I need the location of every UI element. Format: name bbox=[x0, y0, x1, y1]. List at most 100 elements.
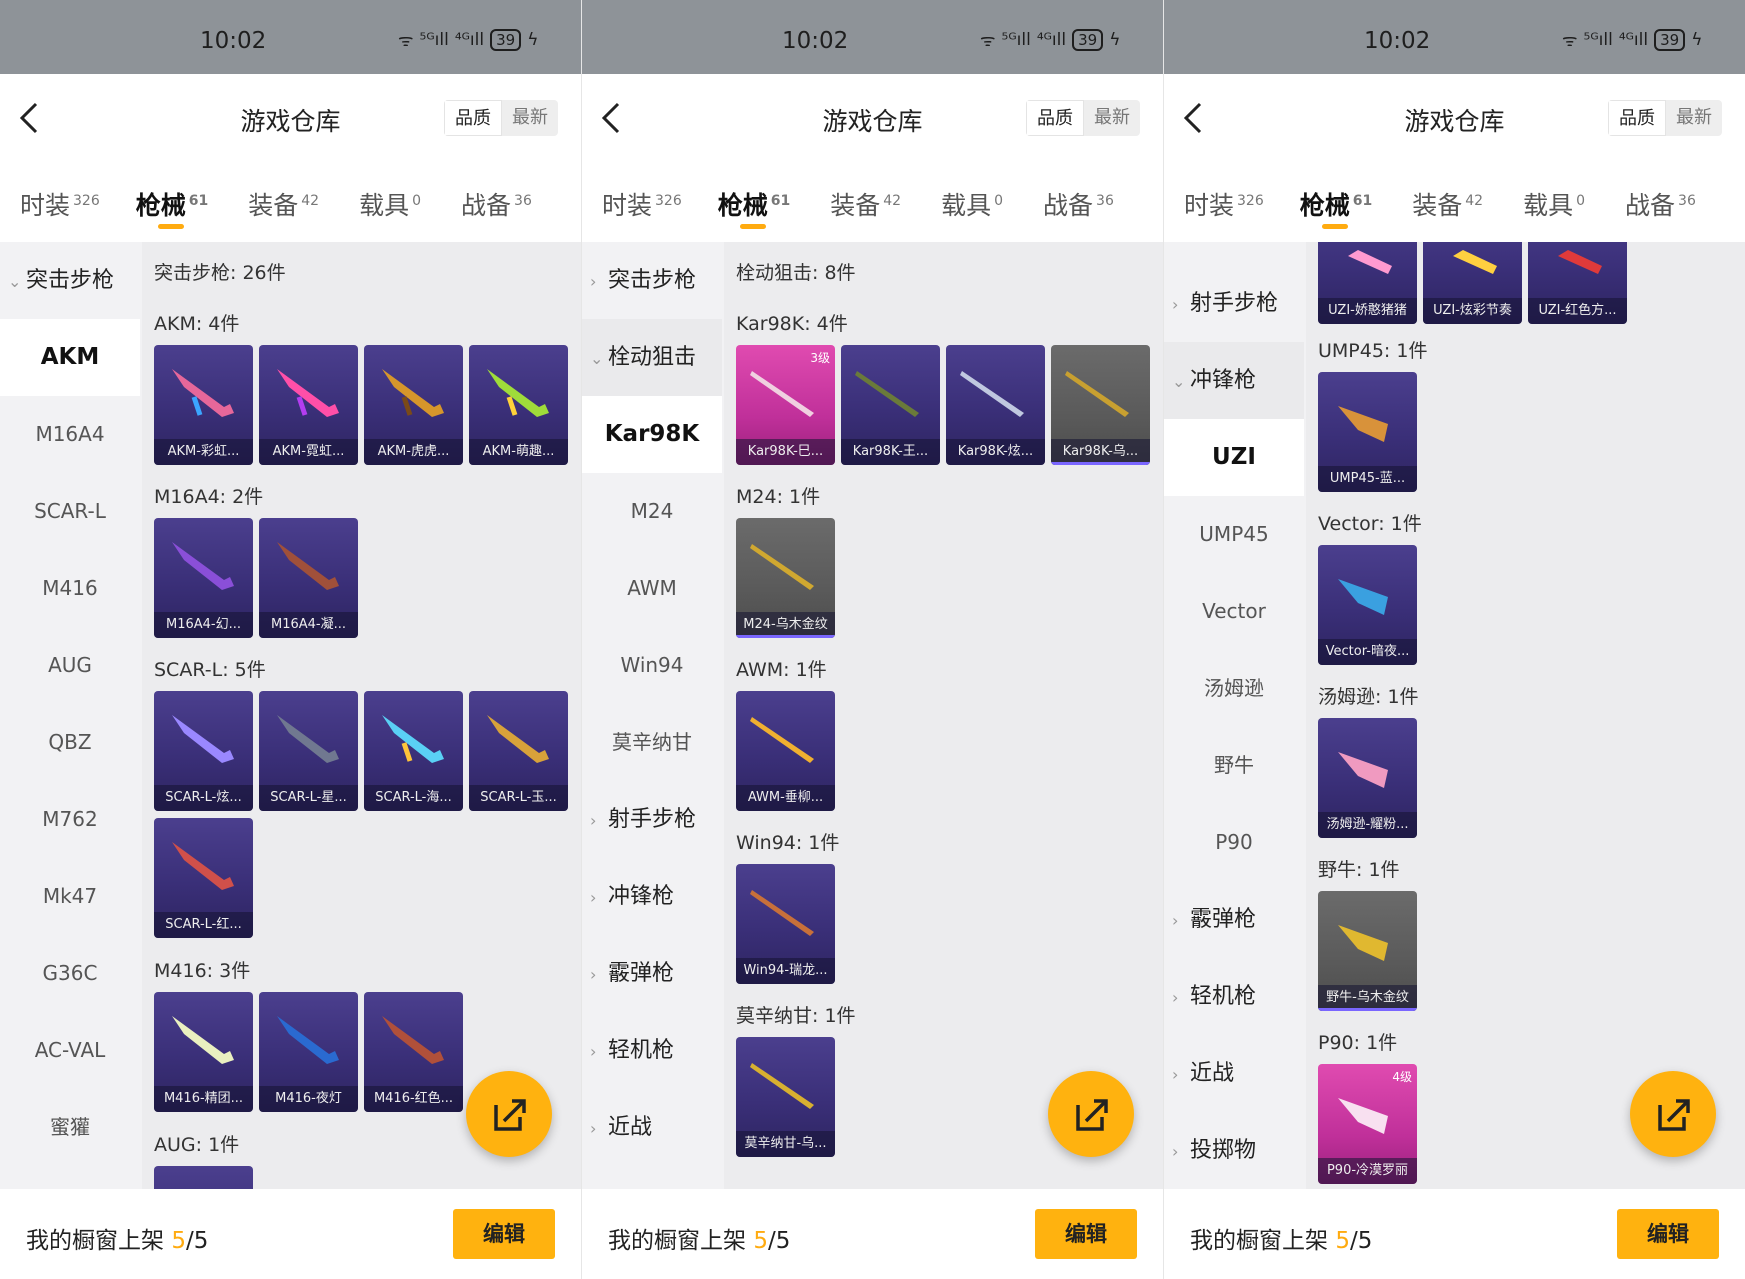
tab-equipment[interactable]: 装备 42 bbox=[248, 162, 319, 242]
tab-equipment[interactable]: 装备 42 bbox=[1412, 162, 1483, 242]
skin-card[interactable]: M416-精团... bbox=[154, 992, 253, 1112]
skin-card[interactable]: M416-夜灯 bbox=[259, 992, 358, 1112]
tab-label: 枪械 bbox=[135, 191, 186, 220]
skin-card[interactable]: UZI-娇憨猪猪 bbox=[1318, 242, 1417, 324]
sidebar-group-melee[interactable]: › 近战 bbox=[590, 1089, 652, 1166]
sidebar-item-kar98k[interactable]: Kar98K bbox=[582, 396, 722, 473]
sidebar-group-melee[interactable]: › 近战 bbox=[1172, 1035, 1234, 1112]
sidebar-group-dmr[interactable]: › 射手步枪 bbox=[1172, 265, 1278, 342]
sidebar-group-assault-rifle[interactable]: ⌄ 突击步枪 bbox=[8, 242, 114, 319]
skin-card[interactable]: AKM-虎虎... bbox=[364, 345, 463, 465]
skin-card[interactable]: UZI-红色方... bbox=[1528, 242, 1627, 324]
sidebar-item-qbz[interactable]: QBZ bbox=[0, 704, 140, 781]
sidebar-item-scar-l[interactable]: SCAR-L bbox=[0, 473, 140, 550]
sidebar-item-ump45[interactable]: UMP45 bbox=[1164, 496, 1304, 573]
sort-latest-button[interactable]: 最新 bbox=[1084, 100, 1140, 136]
skin-card[interactable]: Vector-暗夜... bbox=[1318, 545, 1417, 665]
tab-supplies[interactable]: 战备 36 bbox=[1043, 162, 1114, 242]
skin-card[interactable]: SCAR-L-红... bbox=[154, 818, 253, 938]
edit-button[interactable]: 编辑 bbox=[453, 1209, 555, 1259]
sidebar-item-p90[interactable]: P90 bbox=[1164, 804, 1304, 881]
skin-card[interactable]: SCAR-L-炫... bbox=[154, 691, 253, 811]
skin-card[interactable]: AWM-垂柳... bbox=[736, 691, 835, 811]
share-button[interactable] bbox=[1630, 1071, 1716, 1157]
tab-guns[interactable]: 枪械 61 bbox=[1300, 162, 1372, 242]
tab-guns[interactable]: 枪械 61 bbox=[718, 162, 790, 242]
sort-quality-button[interactable]: 品质 bbox=[1608, 100, 1666, 136]
skin-card[interactable]: AKM-霓虹... bbox=[259, 345, 358, 465]
sidebar-item-akm[interactable]: AKM bbox=[0, 319, 140, 396]
tab-supplies[interactable]: 战备 36 bbox=[1625, 162, 1696, 242]
sidebar-group-smg[interactable]: › 冲锋枪 bbox=[590, 858, 674, 935]
skin-card[interactable]: SCAR-L-玉... bbox=[469, 691, 568, 811]
header: 游戏仓库 品质 最新 bbox=[1164, 74, 1745, 162]
sidebar-group-assault-rifle[interactable]: › 突击步枪 bbox=[590, 242, 696, 319]
tab-supplies[interactable]: 战备 36 bbox=[461, 162, 532, 242]
skin-card[interactable]: SCAR-L-海... bbox=[364, 691, 463, 811]
sidebar-item-ac-val[interactable]: AC-VAL bbox=[0, 1012, 140, 1089]
sidebar-item-honey-badger[interactable]: 蜜獾 bbox=[0, 1089, 140, 1166]
sidebar-item-m762[interactable]: M762 bbox=[0, 781, 140, 858]
share-button[interactable] bbox=[1048, 1071, 1134, 1157]
sidebar-group-lmg[interactable]: › 轻机枪 bbox=[590, 1012, 674, 1089]
sidebar-group-throwable[interactable]: › 投掷物 bbox=[1172, 1112, 1256, 1189]
skin-card[interactable]: SCAR-L-星... bbox=[259, 691, 358, 811]
tab-vehicles[interactable]: 载具 0 bbox=[941, 162, 1003, 242]
sidebar-item-m416[interactable]: M416 bbox=[0, 550, 140, 627]
skin-card[interactable]: Win94-瑞龙... bbox=[736, 864, 835, 984]
tab-guns[interactable]: 枪械 61 bbox=[135, 162, 208, 242]
showcase-label: 我的橱窗上架 5/5 bbox=[1190, 1221, 1372, 1255]
skin-card[interactable]: M416-红色... bbox=[364, 992, 463, 1112]
sidebar-group-dmr[interactable]: › 射手步枪 bbox=[590, 781, 696, 858]
tab-fashion[interactable]: 时装 326 bbox=[20, 162, 100, 242]
skin-card[interactable]: M16A4-幻... bbox=[154, 518, 253, 638]
sidebar-item-aug[interactable]: AUG bbox=[0, 627, 140, 704]
sort-latest-button[interactable]: 最新 bbox=[502, 100, 558, 136]
sidebar-item-mosin[interactable]: 莫辛纳甘 bbox=[582, 704, 722, 781]
sidebar-item-tommy[interactable]: 汤姆逊 bbox=[1164, 650, 1304, 727]
skin-card[interactable]: M24-乌木金纹 bbox=[736, 518, 835, 638]
sidebar-item-awm[interactable]: AWM bbox=[582, 550, 722, 627]
skin-card[interactable]: 野牛-乌木金纹 bbox=[1318, 891, 1417, 1011]
sort-quality-button[interactable]: 品质 bbox=[1026, 100, 1084, 136]
sidebar-item-m16a4[interactable]: M16A4 bbox=[0, 396, 140, 473]
skin-card[interactable]: Kar98K-乌... bbox=[1051, 345, 1150, 465]
share-button[interactable] bbox=[466, 1071, 552, 1157]
tab-vehicles[interactable]: 载具 0 bbox=[1523, 162, 1585, 242]
skin-card[interactable]: AKM-彩虹... bbox=[154, 345, 253, 465]
sidebar-item-uzi[interactable]: UZI bbox=[1164, 419, 1304, 496]
sort-latest-button[interactable]: 最新 bbox=[1666, 100, 1722, 136]
skin-card[interactable]: 汤姆逊-耀粉... bbox=[1318, 718, 1417, 838]
sidebar-item-m24[interactable]: M24 bbox=[582, 473, 722, 550]
tab-fashion[interactable]: 时装 326 bbox=[1184, 162, 1264, 242]
tab-vehicles[interactable]: 载具 0 bbox=[359, 162, 421, 242]
edit-button[interactable]: 编辑 bbox=[1617, 1209, 1719, 1259]
skin-card[interactable]: 莫辛纳甘-乌... bbox=[736, 1037, 835, 1157]
sidebar-item-vector[interactable]: Vector bbox=[1164, 573, 1304, 650]
sort-quality-button[interactable]: 品质 bbox=[444, 100, 502, 136]
skin-card[interactable]: Kar98K-王... bbox=[841, 345, 940, 465]
sidebar-item-mk47[interactable]: Mk47 bbox=[0, 858, 140, 935]
edit-button[interactable]: 编辑 bbox=[1035, 1209, 1137, 1259]
sidebar-group-shotgun[interactable]: › 霰弹枪 bbox=[1172, 881, 1256, 958]
skin-card[interactable]: 4级 P90-冷漠罗丽 bbox=[1318, 1064, 1417, 1184]
skin-card[interactable]: M16A4-凝... bbox=[259, 518, 358, 638]
sidebar-item-bizon[interactable]: 野牛 bbox=[1164, 727, 1304, 804]
sidebar-group-bolt-sniper[interactable]: ⌄ 栓动狙击 bbox=[590, 319, 696, 396]
skin-card[interactable] bbox=[154, 1166, 253, 1189]
sidebar-group-smg[interactable]: ⌄ 冲锋枪 bbox=[1172, 342, 1256, 419]
skin-card[interactable]: Kar98K-炫... bbox=[946, 345, 1045, 465]
tab-equipment[interactable]: 装备 42 bbox=[830, 162, 901, 242]
status-bar: 10:02 ᯤ ⁵ᴳıll ⁴ᴳıll 39 ϟ bbox=[0, 0, 581, 74]
wifi-icon: ᯤ bbox=[398, 31, 414, 51]
skin-card[interactable]: 3级 Kar98K-巳... bbox=[736, 345, 835, 465]
skin-card[interactable]: UMP45-蓝... bbox=[1318, 372, 1417, 492]
sidebar-item-g36c[interactable]: G36C bbox=[0, 935, 140, 1012]
tab-fashion[interactable]: 时装 326 bbox=[602, 162, 682, 242]
showcase-total: /5 bbox=[1349, 1228, 1373, 1254]
skin-card[interactable]: UZI-炫彩节奏 bbox=[1423, 242, 1522, 324]
skin-card[interactable]: AKM-萌趣... bbox=[469, 345, 568, 465]
sidebar-group-lmg[interactable]: › 轻机枪 bbox=[1172, 958, 1256, 1035]
sidebar-group-shotgun[interactable]: › 霰弹枪 bbox=[590, 935, 674, 1012]
sidebar-item-win94[interactable]: Win94 bbox=[582, 627, 722, 704]
